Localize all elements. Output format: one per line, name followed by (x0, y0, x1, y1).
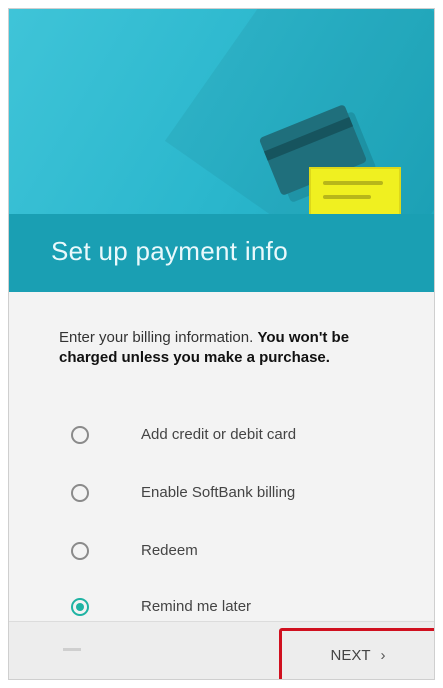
radio-redeem[interactable] (71, 542, 89, 560)
radio-carrier-billing[interactable] (71, 484, 89, 502)
radio-remind-later[interactable] (71, 598, 89, 616)
option-label-remind-later: Remind me later (141, 598, 252, 615)
intro-text: Enter your billing information. (59, 329, 254, 346)
chevron-right-icon: › (380, 646, 386, 664)
note-line (323, 195, 371, 199)
option-label-add-card: Add credit or debit card (141, 426, 297, 443)
note-line (323, 181, 383, 185)
option-carrier-billing[interactable]: Enable SoftBank billing (71, 476, 391, 516)
radio-add-card[interactable] (71, 426, 89, 444)
header-illustration (9, 9, 434, 214)
payment-options-content: Enter your billing information. You won'… (9, 292, 434, 621)
setup-payment-screen: Set up payment info Enter your billing i… (8, 8, 435, 680)
next-label: NEXT (330, 646, 371, 664)
sticky-note-illustration (309, 167, 401, 214)
dialog-title: Set up payment info (51, 236, 288, 266)
dialog-title-bar: Set up payment info (9, 214, 434, 292)
footer-placeholder (63, 648, 81, 651)
next-button[interactable]: NEXT › (279, 628, 434, 679)
billing-intro-text: Enter your billing information. You won'… (59, 328, 389, 368)
option-label-carrier-billing: Enable SoftBank billing (141, 484, 296, 501)
option-add-card[interactable]: Add credit or debit card (71, 418, 391, 458)
dialog-footer: NEXT › (9, 621, 434, 679)
option-label-redeem: Redeem (141, 542, 198, 559)
option-redeem[interactable]: Redeem (71, 534, 391, 574)
